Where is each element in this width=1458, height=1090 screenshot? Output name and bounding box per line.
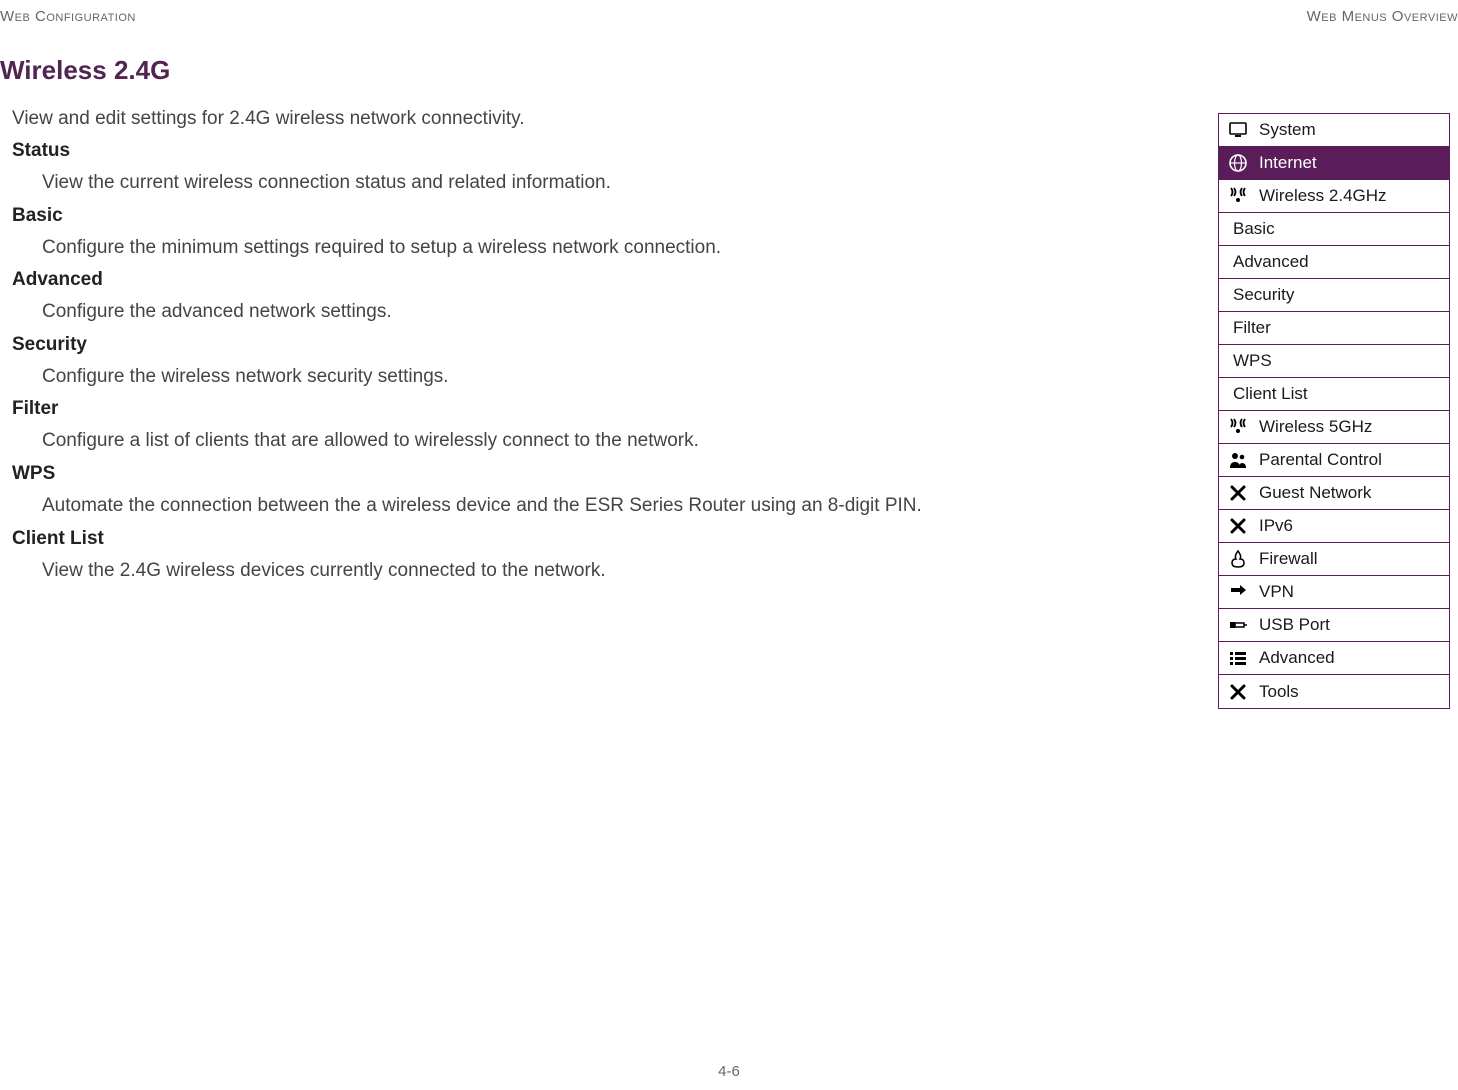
menu-vpn[interactable]: VPN: [1219, 576, 1449, 609]
list-icon: [1227, 647, 1249, 669]
content-body: View and edit settings for 2.4G wireless…: [12, 108, 942, 592]
section-status-title: Status: [12, 140, 942, 162]
section-wps-desc: Automate the connection between the a wi…: [42, 493, 942, 520]
menu-wireless-5[interactable]: Wireless 5GHz: [1219, 411, 1449, 444]
menu-firewall[interactable]: Firewall: [1219, 543, 1449, 576]
menu-sub-filter-label: Filter: [1233, 318, 1271, 338]
menu-guest[interactable]: Guest Network: [1219, 477, 1449, 510]
menu-wireless-24-label: Wireless 2.4GHz: [1259, 186, 1387, 206]
section-status-desc: View the current wireless connection sta…: [42, 170, 942, 197]
menu-sub-security-label: Security: [1233, 285, 1294, 305]
header-left: Web Configuration: [0, 8, 136, 25]
menu-sub-advanced-label: Advanced: [1233, 252, 1309, 272]
section-security-title: Security: [12, 334, 942, 356]
menu-wireless-5-label: Wireless 5GHz: [1259, 417, 1372, 437]
menu-sub-clientlist-label: Client List: [1233, 384, 1308, 404]
menu-sub-security[interactable]: Security: [1219, 279, 1449, 312]
section-basic-title: Basic: [12, 205, 942, 227]
menu-advanced-label: Advanced: [1259, 648, 1335, 668]
menu-parental[interactable]: Parental Control: [1219, 444, 1449, 477]
menu-system[interactable]: System: [1219, 114, 1449, 147]
sidebar-menu: System Internet Wireless 2.4GHz Basic Ad…: [1218, 113, 1450, 709]
menu-tools[interactable]: Tools: [1219, 675, 1449, 708]
menu-tools-label: Tools: [1259, 682, 1299, 702]
menu-guest-label: Guest Network: [1259, 483, 1371, 503]
section-clientlist-desc: View the 2.4G wireless devices currently…: [42, 558, 942, 585]
menu-usb[interactable]: USB Port: [1219, 609, 1449, 642]
arrow-icon: [1227, 581, 1249, 603]
menu-sub-filter[interactable]: Filter: [1219, 312, 1449, 345]
section-filter-title: Filter: [12, 398, 942, 420]
menu-vpn-label: VPN: [1259, 582, 1294, 602]
menu-usb-label: USB Port: [1259, 615, 1330, 635]
menu-sub-basic[interactable]: Basic: [1219, 213, 1449, 246]
section-advanced-desc: Configure the advanced network settings.: [42, 299, 942, 326]
menu-sub-basic-label: Basic: [1233, 219, 1275, 239]
intro-text: View and edit settings for 2.4G wireless…: [12, 108, 942, 130]
header-right: Web Menus Overview: [1307, 8, 1458, 25]
menu-sub-advanced[interactable]: Advanced: [1219, 246, 1449, 279]
menu-ipv6[interactable]: IPv6: [1219, 510, 1449, 543]
menu-sub-wps[interactable]: WPS: [1219, 345, 1449, 378]
menu-internet-label: Internet: [1259, 153, 1317, 173]
monitor-icon: [1227, 119, 1249, 141]
menu-advanced[interactable]: Advanced: [1219, 642, 1449, 675]
section-advanced-title: Advanced: [12, 269, 942, 291]
page-number: 4-6: [718, 1063, 740, 1080]
people-icon: [1227, 449, 1249, 471]
wifi-icon: [1227, 416, 1249, 438]
menu-internet[interactable]: Internet: [1219, 147, 1449, 180]
menu-sub-clientlist[interactable]: Client List: [1219, 378, 1449, 411]
tools-icon: [1227, 681, 1249, 703]
menu-parental-label: Parental Control: [1259, 450, 1382, 470]
globe-icon: [1227, 152, 1249, 174]
wifi-icon: [1227, 185, 1249, 207]
flame-icon: [1227, 548, 1249, 570]
usb-icon: [1227, 614, 1249, 636]
menu-firewall-label: Firewall: [1259, 549, 1318, 569]
menu-wireless-24[interactable]: Wireless 2.4GHz: [1219, 180, 1449, 213]
menu-system-label: System: [1259, 120, 1316, 140]
section-clientlist-title: Client List: [12, 528, 942, 550]
section-basic-desc: Configure the minimum settings required …: [42, 235, 942, 262]
tools-icon: [1227, 482, 1249, 504]
tools-icon: [1227, 515, 1249, 537]
menu-ipv6-label: IPv6: [1259, 516, 1293, 536]
section-wps-title: WPS: [12, 463, 942, 485]
section-filter-desc: Configure a list of clients that are all…: [42, 428, 942, 455]
section-security-desc: Configure the wireless network security …: [42, 364, 942, 391]
menu-sub-wps-label: WPS: [1233, 351, 1272, 371]
page-title: Wireless 2.4G: [0, 55, 170, 86]
